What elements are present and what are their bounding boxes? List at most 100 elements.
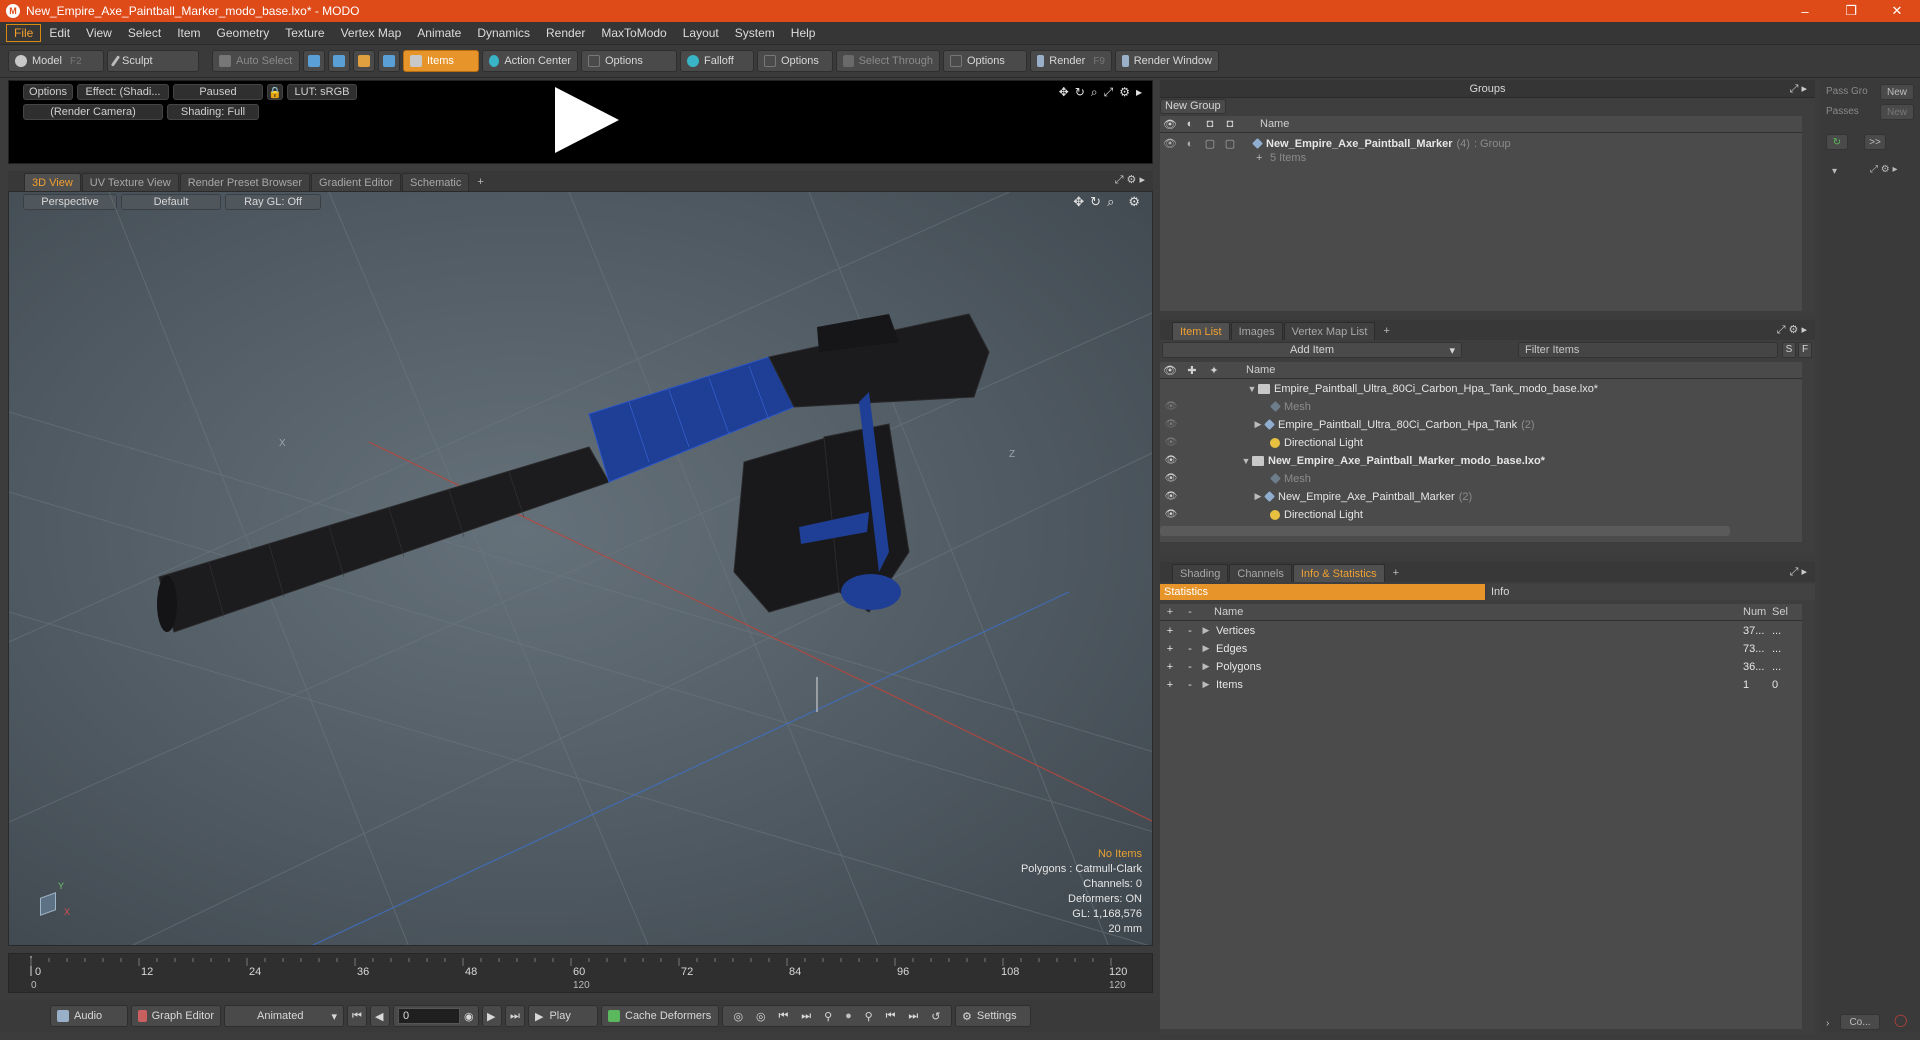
tab-shading[interactable]: Shading (1172, 564, 1229, 582)
list-item[interactable]: 👁 ▼ New_Empire_Axe_Paintball_Marker_modo… (1160, 452, 1802, 469)
tab-images[interactable]: Images (1230, 322, 1283, 340)
select-toggle-icon[interactable]: ◘ (1220, 118, 1240, 130)
new-pass-group-button[interactable]: New (1880, 84, 1914, 100)
loop-icon[interactable]: ↺ (931, 1010, 940, 1023)
stat-row[interactable]: + - ▶ Polygons 36... ... (1160, 658, 1802, 675)
menu-system[interactable]: System (727, 24, 783, 42)
paintball-marker-model[interactable] (157, 313, 990, 633)
menu-texture[interactable]: Texture (277, 24, 332, 42)
falloff-options-button[interactable]: Options (757, 50, 833, 72)
list-item[interactable]: ▼ Empire_Paintball_Ultra_80Ci_Carbon_Hpa… (1160, 380, 1802, 397)
chevron-right-icon[interactable]: ▶ (1252, 491, 1264, 502)
preview-options-button[interactable]: Options (23, 84, 73, 100)
auto-key-icon[interactable]: ◎ (756, 1010, 766, 1023)
menu-layout[interactable]: Layout (675, 24, 727, 42)
list-item[interactable]: 👁 Mesh (1160, 470, 1802, 487)
tab-render-preset-browser[interactable]: Render Preset Browser (179, 173, 311, 191)
frame-spinner-icon[interactable]: ◉ (464, 1010, 474, 1023)
panel-expand-icon[interactable]: ⤢ ▸ (1790, 565, 1807, 579)
auto-select-button[interactable]: Auto Select (212, 50, 300, 72)
stop-icon[interactable]: ◯ (1894, 1013, 1907, 1027)
vertices-mode-button[interactable] (303, 50, 325, 72)
expand-icon[interactable]: + (1160, 661, 1180, 673)
materials-mode-button[interactable] (378, 50, 400, 72)
visibility-icon[interactable]: 👁 (1160, 364, 1180, 377)
chevron-down-icon[interactable]: ▼ (1246, 384, 1258, 394)
effect-dropdown[interactable]: Effect: (Shadi... (77, 84, 169, 100)
record-icon[interactable]: ● (845, 1010, 852, 1022)
sculpt-mode-button[interactable]: Sculpt (107, 50, 199, 72)
key-icon[interactable]: ⚲ (824, 1010, 832, 1023)
menu-item[interactable]: Item (169, 24, 208, 42)
new-pass-button[interactable]: New (1880, 104, 1914, 120)
step-back-button[interactable]: ◀ (370, 1005, 390, 1027)
tab-item-list[interactable]: Item List (1172, 322, 1230, 340)
rotate-icon[interactable]: ↻ (1075, 85, 1085, 100)
menu-file[interactable]: File (6, 24, 42, 42)
animated-dropdown[interactable]: Animated ▾ (224, 1005, 344, 1027)
render-window-button[interactable]: Render Window (1115, 50, 1219, 72)
stat-row[interactable]: + - ▶ Vertices 37... ... (1160, 622, 1802, 639)
stat-row[interactable]: + - ▶ Edges 73... ... (1160, 640, 1802, 657)
panel-expand-icon[interactable]: ⤢ ▸ (1790, 80, 1807, 98)
visibility-icon[interactable]: 👁 (1160, 118, 1180, 131)
eye-icon[interactable]: 👁 (1164, 401, 1178, 412)
close-button[interactable]: ✕ (1874, 0, 1920, 22)
collapse-icon[interactable]: - (1180, 625, 1200, 637)
eye-icon[interactable]: 👁 (1164, 509, 1178, 520)
move-icon[interactable]: ✥ (1059, 85, 1069, 100)
menu-edit[interactable]: Edit (41, 24, 78, 42)
render-icon[interactable]: ✦ (1204, 364, 1224, 377)
menu-select[interactable]: Select (120, 24, 169, 42)
item-list[interactable]: 👁 ✚ ✦ Name ▼ Empire_Paintball_Ultra_80Ci… (1160, 362, 1802, 542)
gear-icon[interactable]: ⚙ (1119, 85, 1130, 100)
render-button[interactable]: Render F9 (1030, 50, 1112, 72)
zoom-icon[interactable]: ⌕ (1091, 85, 1098, 100)
list-item[interactable]: 👁 Directional Light (1160, 506, 1802, 523)
shading-dropdown[interactable]: Shading: Full (167, 104, 259, 120)
lut-dropdown[interactable]: LUT: sRGB (287, 84, 357, 100)
list-item[interactable]: 👁 Directional Light (1160, 434, 1802, 451)
more-button[interactable]: >> (1864, 134, 1886, 150)
tab-info-statistics[interactable]: Info & Statistics (1292, 564, 1385, 582)
list-item[interactable]: 👁 ▶ Empire_Paintball_Ultra_80Ci_Carbon_H… (1160, 416, 1802, 433)
eye-icon[interactable]: 👁 (1164, 419, 1178, 430)
groups-list[interactable]: 👁 ◐ ◘ ◘ Name 👁 ◐ ▢ ▢ New_Empire_Axe_Pain… (1160, 116, 1802, 311)
arrow-right-icon[interactable]: ▸ (1136, 85, 1142, 100)
prev-frame-icon[interactable]: ⏮ (886, 1010, 896, 1023)
render-toggle-icon[interactable]: ◐ (1180, 118, 1200, 130)
viewport-expand-icon[interactable]: ⤢ ⚙ ▸ (1115, 173, 1145, 187)
expand-icon[interactable]: + (1160, 679, 1180, 691)
key-filter-icon[interactable]: ◎ (733, 1010, 743, 1023)
lock-icon[interactable]: ▢ (1200, 137, 1220, 150)
items-mode-button[interactable]: Items (403, 50, 479, 72)
new-group-button[interactable]: New Group (1160, 99, 1226, 114)
pin-icon[interactable]: ✚ (1180, 364, 1204, 377)
stat-row[interactable]: + - ▶ Items 1 0 (1160, 676, 1802, 693)
restore-button[interactable]: ❐ (1828, 0, 1874, 22)
paused-button[interactable]: Paused (173, 84, 263, 100)
menu-help[interactable]: Help (783, 24, 824, 42)
statistics-tab[interactable]: Statistics (1160, 584, 1485, 600)
add-tab-button[interactable]: + (1376, 322, 1396, 340)
lock-toggle-icon[interactable]: ◘ (1200, 118, 1220, 130)
expand-icon[interactable]: + (1160, 625, 1180, 637)
expand-icon[interactable]: ⤢ (1104, 85, 1114, 100)
eye-icon[interactable]: 👁 (1164, 473, 1178, 484)
horizontal-scrollbar[interactable] (1160, 526, 1730, 536)
key-set-icon[interactable]: ⚲ (865, 1010, 873, 1023)
chevron-down-icon[interactable]: ▼ (1240, 456, 1252, 466)
collapse-icon[interactable]: - (1180, 643, 1200, 655)
eye-icon[interactable]: 👁 (1164, 455, 1178, 466)
chevron-right-icon[interactable]: ▶ (1200, 679, 1212, 690)
filter-items-input[interactable]: Filter Items (1518, 342, 1778, 358)
step-forward-button[interactable]: ▶ (482, 1005, 502, 1027)
prev-key-icon[interactable]: ⏮ (778, 1010, 788, 1023)
tab-schematic[interactable]: Schematic (402, 173, 470, 191)
list-item[interactable]: 👁 ▶ New_Empire_Axe_Paintball_Marker (2) (1160, 488, 1802, 505)
chevron-right-icon[interactable]: ▶ (1200, 625, 1212, 636)
list-item[interactable]: 👁 Mesh (1160, 398, 1802, 415)
tab-3d-view[interactable]: 3D View (24, 173, 81, 191)
settings-button[interactable]: ⚙ Settings (955, 1005, 1031, 1027)
strip-arrow-icon[interactable]: › (1826, 1018, 1829, 1029)
